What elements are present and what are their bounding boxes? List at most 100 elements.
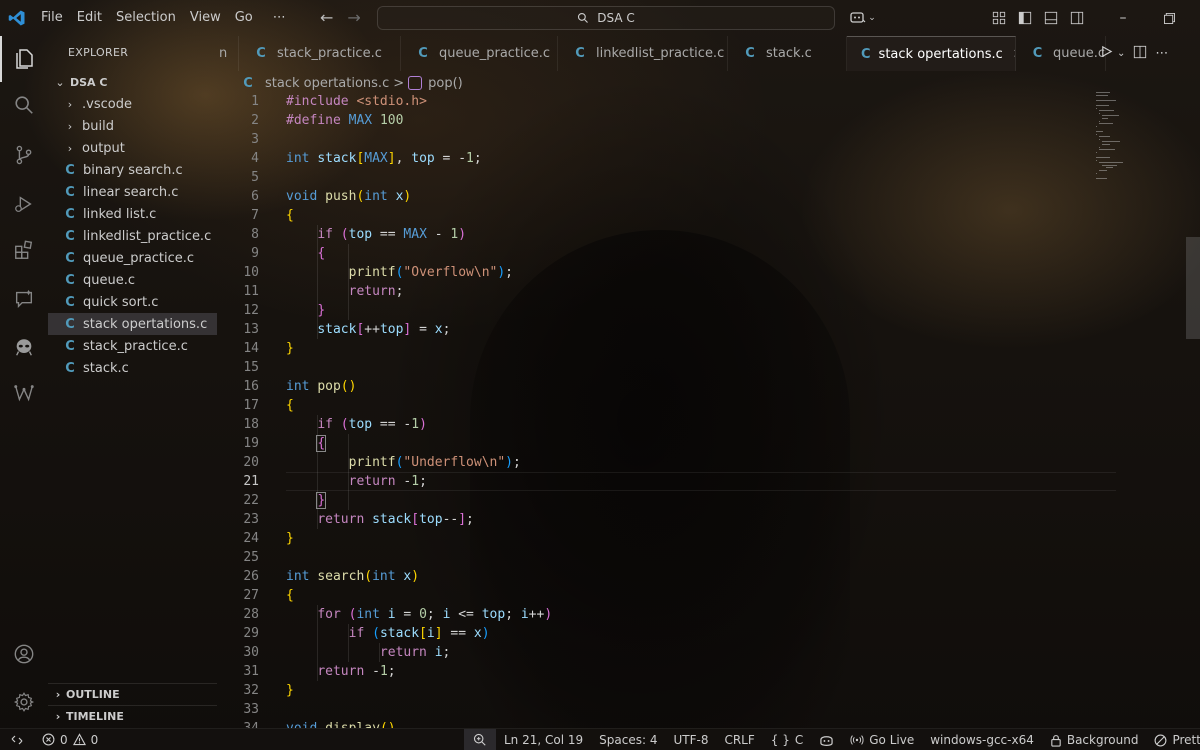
extensions-icon[interactable] — [0, 227, 48, 273]
command-center-search[interactable]: DSA C — [377, 6, 835, 30]
toggle-secondary-sidebar-icon[interactable] — [1064, 0, 1090, 36]
alien-extension-icon[interactable] — [0, 324, 48, 370]
file-item[interactable]: Cstack.c — [48, 357, 217, 379]
code-line[interactable]: 8 if (top == MAX - 1) — [217, 225, 1097, 244]
code-line[interactable]: 10 printf("Overflow\n"); — [217, 263, 1097, 282]
restore-button[interactable] — [1146, 0, 1192, 36]
chat-icon[interactable] — [0, 276, 48, 322]
copilot-status-icon[interactable] — [811, 729, 842, 750]
code-line[interactable]: 20 printf("Underflow\n"); — [217, 453, 1097, 472]
code-line[interactable]: 32} — [217, 681, 1097, 700]
code-line[interactable]: 11 return; — [217, 282, 1097, 301]
timeline-section-header[interactable]: › TIMELINE — [48, 705, 217, 727]
minimap[interactable] — [1096, 92, 1140, 187]
search-view-icon[interactable] — [0, 82, 48, 128]
explorer-icon[interactable] — [0, 36, 48, 82]
toggle-sidebar-icon[interactable] — [1012, 0, 1038, 36]
code-line[interactable]: 2 #define MAX 100 — [217, 111, 1097, 130]
accounts-icon[interactable] — [0, 631, 48, 677]
file-item[interactable]: Clinkedlist_practice.c — [48, 225, 217, 247]
code-line[interactable]: 5 — [217, 168, 1097, 187]
file-item[interactable]: Clinked list.c — [48, 203, 217, 225]
file-item[interactable]: Cqueue_practice.c — [48, 247, 217, 269]
menu-item[interactable]: View — [183, 0, 228, 36]
breadcrumb-file[interactable]: stack opertations.c — [265, 76, 389, 91]
code-line[interactable]: 25 — [217, 548, 1097, 567]
code-line[interactable]: 13 stack[++top] = x; — [217, 320, 1097, 339]
file-item[interactable]: Cqueue.c — [48, 269, 217, 291]
copilot-icon[interactable]: ⌄ — [846, 0, 880, 36]
run-dropdown-chevron-icon[interactable]: ⌄ — [1117, 48, 1125, 59]
code-editor[interactable]: 1 #include <stdio.h> 2 #define MAX 100 3 4 int… — [217, 92, 1200, 728]
editor-tab[interactable]: n — [217, 36, 239, 71]
file-item[interactable]: Cstack_practice.c — [48, 335, 217, 357]
code-line[interactable]: 7{ — [217, 206, 1097, 225]
code-line[interactable]: 33 — [217, 700, 1097, 719]
cursor-position[interactable]: Ln 21, Col 19 — [496, 729, 591, 750]
cpp-configuration[interactable]: windows-gcc-x64 — [922, 729, 1042, 750]
zoom-indicator[interactable] — [464, 729, 496, 750]
code-line[interactable]: 6 void push(int x) — [217, 187, 1097, 206]
git-graph-icon[interactable] — [0, 370, 48, 416]
background-extension[interactable]: Background — [1042, 729, 1147, 750]
code-line[interactable]: 17 { — [217, 396, 1097, 415]
folder-item[interactable]: › .vscode — [48, 93, 217, 115]
encoding[interactable]: UTF-8 — [665, 729, 716, 750]
code-line[interactable]: 30 return i; — [217, 643, 1097, 662]
code-line[interactable]: 24} — [217, 529, 1097, 548]
editor-scrollbar[interactable] — [1186, 237, 1200, 339]
workspace-root-folder[interactable]: ⌄ DSA C — [48, 71, 217, 93]
more-actions-icon[interactable]: ⋯ — [1155, 46, 1169, 61]
run-debug-icon[interactable] — [0, 181, 48, 227]
code-line[interactable]: 9 { — [217, 244, 1097, 263]
code-line[interactable]: 3 — [217, 130, 1097, 149]
code-line[interactable]: 18 if (top == -1) — [217, 415, 1097, 434]
code-line[interactable]: 14} — [217, 339, 1097, 358]
close-window-button[interactable]: ✕ — [1192, 0, 1200, 36]
minimize-button[interactable]: – — [1100, 0, 1146, 36]
back-arrow-icon[interactable]: ← — [320, 8, 333, 27]
editor-tab[interactable]: Cstack opertations.c✕ — [847, 36, 1016, 71]
source-control-icon[interactable] — [0, 132, 48, 178]
code-line[interactable]: 19 { — [217, 434, 1097, 453]
code-line[interactable]: 23 return stack[top--]; — [217, 510, 1097, 529]
folder-item[interactable]: › output — [48, 137, 217, 159]
prettier-status[interactable]: Prettier — [1146, 729, 1200, 750]
editor-tab[interactable]: Cstack_practice.c — [239, 36, 401, 71]
outline-section-header[interactable]: › OUTLINE — [48, 683, 217, 705]
language-mode[interactable]: { } C — [763, 729, 811, 750]
split-editor-icon[interactable] — [1133, 45, 1147, 63]
menu-item[interactable]: Selection — [109, 0, 183, 36]
menu-item[interactable]: Go — [228, 0, 260, 36]
remote-indicator-icon[interactable] — [0, 729, 34, 750]
code-line[interactable]: 22 } — [217, 491, 1097, 510]
editor-tab[interactable]: Cqueue_practice.c — [401, 36, 558, 71]
code-line[interactable]: 31 return -1; — [217, 662, 1097, 681]
breadcrumb-symbol[interactable]: pop() — [428, 76, 463, 91]
file-item[interactable]: Cquick sort.c — [48, 291, 217, 313]
menu-item[interactable]: File — [34, 0, 70, 36]
go-live-button[interactable]: Go Live — [842, 729, 922, 750]
code-line[interactable]: 21 return -1; — [217, 472, 1097, 491]
customize-layout-icon[interactable] — [986, 0, 1012, 36]
end-of-line[interactable]: CRLF — [716, 729, 762, 750]
code-line[interactable]: 1 #include <stdio.h> — [217, 92, 1097, 111]
more-menu-icon[interactable]: ⋯ — [266, 0, 293, 36]
code-line[interactable]: 12 } — [217, 301, 1097, 320]
code-line[interactable]: 28 for (int i = 0; i <= top; i++) — [217, 605, 1097, 624]
code-line[interactable]: 27 { — [217, 586, 1097, 605]
settings-gear-icon[interactable] — [0, 679, 48, 725]
code-line[interactable]: 26 int search(int x) — [217, 567, 1097, 586]
code-line[interactable]: 16 int pop() — [217, 377, 1097, 396]
file-item[interactable]: Cbinary search.c — [48, 159, 217, 181]
editor-tab[interactable]: Cstack.c — [728, 36, 847, 71]
code-line[interactable]: 4 int stack[MAX], top = -1; — [217, 149, 1097, 168]
run-file-icon[interactable] — [1100, 45, 1113, 62]
forward-arrow-icon[interactable]: → — [347, 8, 360, 27]
code-line[interactable]: 15 — [217, 358, 1097, 377]
menu-item[interactable]: Edit — [70, 0, 109, 36]
code-line[interactable]: 29 if (stack[i] == x) — [217, 624, 1097, 643]
toggle-panel-icon[interactable] — [1038, 0, 1064, 36]
code-line[interactable]: 34 void display() — [217, 719, 1097, 728]
editor-tab[interactable]: Clinkedlist_practice.c — [558, 36, 728, 71]
